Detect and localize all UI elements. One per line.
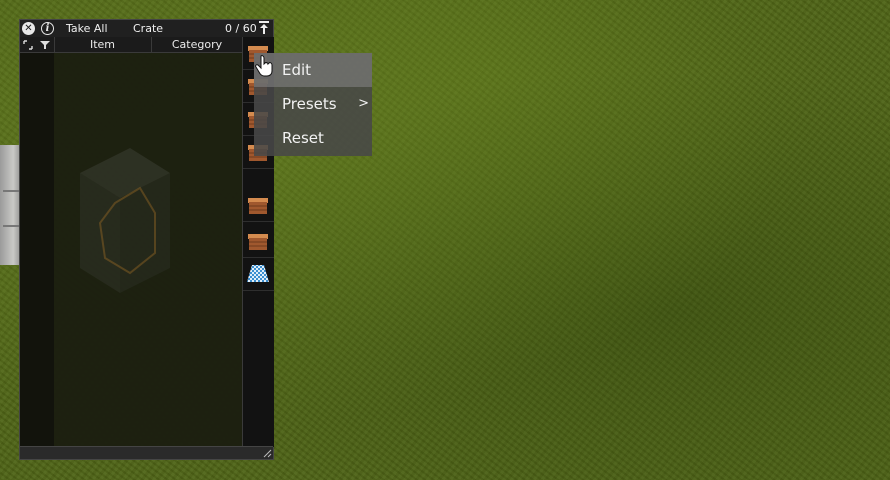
floor-tile-icon [247, 265, 269, 282]
column-header-row: Item Category [20, 37, 242, 53]
menu-item-presets[interactable]: Presets > [254, 87, 372, 121]
container-slot[interactable] [243, 189, 274, 222]
info-icon[interactable]: i [41, 22, 54, 35]
close-icon[interactable]: ✕ [22, 22, 35, 35]
title-bar[interactable]: ✕ i Take All Crate 0 / 60 [20, 20, 273, 38]
container-name: Crate [133, 22, 164, 35]
window-footer [20, 446, 273, 459]
column-header-item[interactable]: Item [54, 37, 152, 52]
filter-icon[interactable] [40, 40, 50, 50]
crate-icon [248, 234, 268, 250]
expand-icon[interactable] [23, 40, 33, 50]
submenu-arrow-icon: > [358, 96, 369, 111]
item-list[interactable] [20, 53, 242, 447]
container-slot-floor[interactable] [243, 258, 274, 291]
menu-item-label: Presets [282, 95, 337, 113]
menu-item-reset[interactable]: Reset [254, 121, 372, 155]
resize-handle-icon[interactable] [263, 449, 272, 458]
container-slot[interactable] [243, 225, 274, 258]
crate-icon [248, 198, 268, 214]
take-all-button[interactable]: Take All [66, 21, 108, 36]
list-icon-column [20, 53, 54, 447]
column-header-category[interactable]: Category [152, 37, 242, 52]
pin-icon[interactable] [259, 21, 269, 35]
world-object-shadow [80, 148, 170, 293]
filter-controls [20, 37, 55, 52]
loot-window: ✕ i Take All Crate 0 / 60 Item Category [19, 19, 274, 460]
menu-item-label: Reset [282, 129, 324, 147]
hand-cursor-icon [255, 55, 273, 77]
capacity-label: 0 / 60 [225, 22, 257, 35]
menu-item-label: Edit [282, 61, 312, 79]
